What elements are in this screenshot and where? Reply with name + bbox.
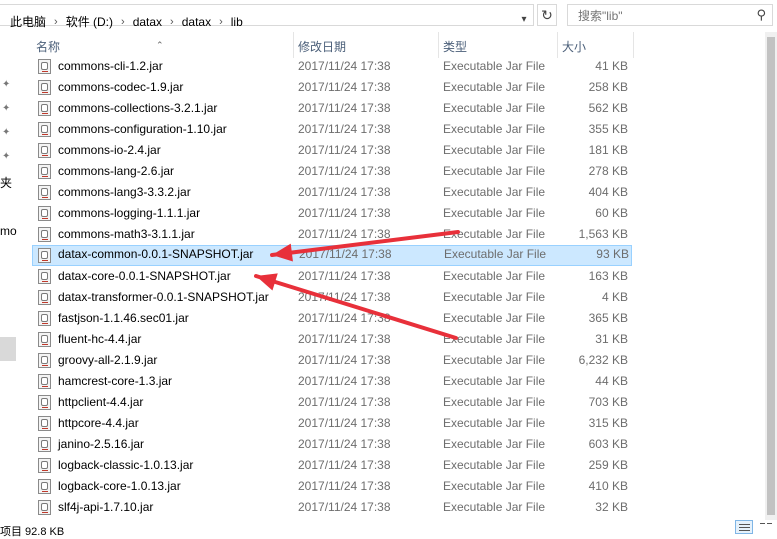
- large-icons-view-icon[interactable]: [757, 520, 775, 534]
- annotation-arrow-line: [270, 230, 460, 257]
- annotation-arrow-head: [256, 273, 278, 291]
- annotation-arrow-head: [272, 243, 293, 262]
- annotation-arrow-line: [254, 274, 458, 340]
- details-view-icon[interactable]: [735, 520, 753, 534]
- status-text: 项目 92.8 KB: [0, 526, 65, 538]
- annotation-arrows: [254, 230, 460, 340]
- status-bar: 项目 92.8 KB: [0, 520, 777, 538]
